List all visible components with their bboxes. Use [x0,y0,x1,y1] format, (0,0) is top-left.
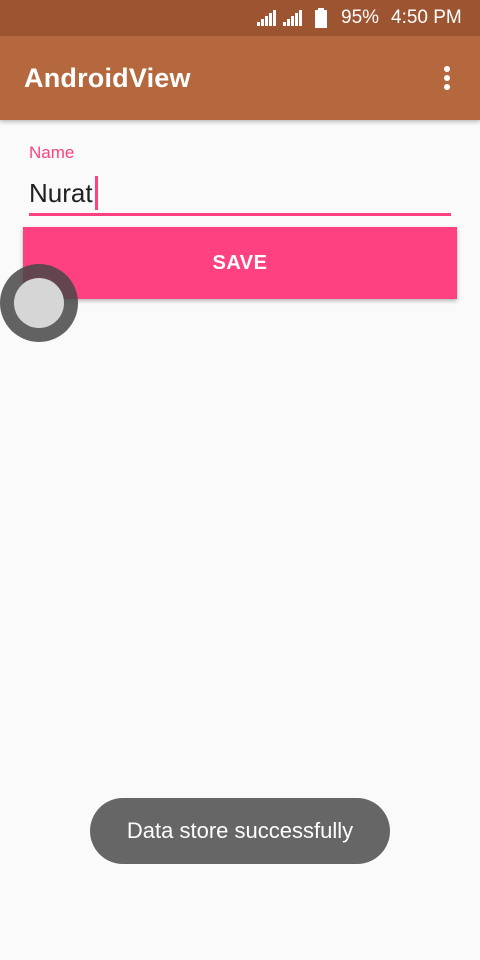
overflow-menu-icon[interactable] [432,62,462,94]
status-bar: 95% 4:50 PM [0,0,480,36]
battery-percentage: 95% [341,7,380,28]
status-clock: 4:50 PM [391,7,462,28]
app-screen: 95% 4:50 PM AndroidView Name Nurat SAVE … [0,0,480,960]
app-title: AndroidView [24,63,191,93]
battery-icon [315,8,327,28]
toast-message: Data store successfully [90,798,390,864]
signal-icon [257,10,276,26]
touch-indicator-center [14,278,64,328]
signal-icon [283,10,302,26]
name-input-underline [29,213,451,216]
name-field-label: Name [29,143,75,162]
touch-indicator [0,264,78,342]
text-cursor [95,176,98,210]
name-input-value: Nurat [29,178,93,208]
name-input[interactable]: Nurat [29,172,451,214]
save-button[interactable]: SAVE [23,227,457,299]
app-bar: AndroidView [0,36,480,120]
